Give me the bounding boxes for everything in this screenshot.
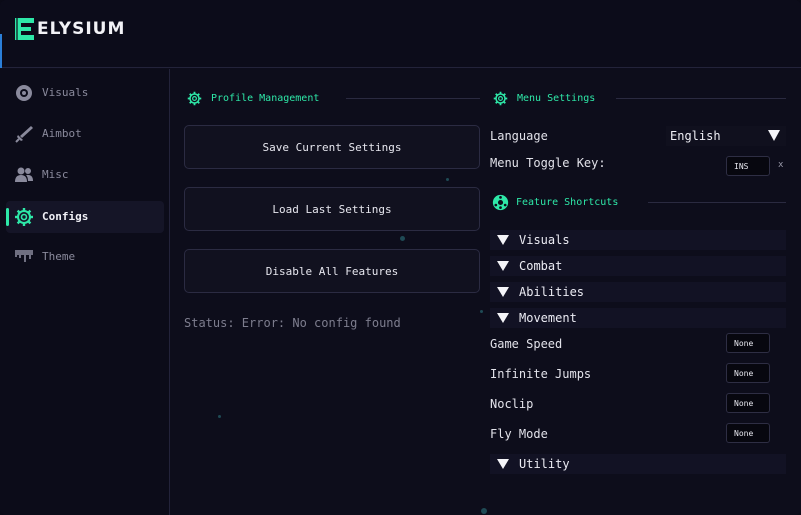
infinite-jumps-label: Infinite Jumps: [490, 367, 592, 381]
collapse-label: Movement: [519, 311, 577, 325]
infinite-jumps-keybind[interactable]: None: [726, 363, 770, 383]
section-title: Feature Shortcuts: [516, 197, 619, 208]
section-title: Profile Management: [211, 93, 320, 104]
game-speed-label: Game Speed: [490, 337, 563, 351]
gear-icon: [493, 91, 508, 106]
sidebar-item-theme[interactable]: Theme: [6, 241, 164, 273]
collapse-label: Visuals: [519, 233, 570, 247]
triangle-down-icon: [497, 235, 509, 245]
title-bar: ELYSIUM: [0, 0, 801, 68]
collapse-visuals[interactable]: Visuals: [490, 230, 786, 250]
clear-keybind-button[interactable]: x: [778, 160, 783, 170]
gear-icon: [187, 91, 202, 106]
decorative-particle: [218, 415, 221, 418]
decorative-particle: [481, 508, 487, 514]
fly-mode-keybind[interactable]: None: [726, 423, 770, 443]
language-dropdown[interactable]: English: [666, 126, 786, 146]
logo-e-icon: [15, 18, 34, 40]
chevron-down-icon: [768, 130, 780, 141]
triangle-down-icon: [497, 459, 509, 469]
section-divider: [346, 98, 480, 99]
profile-management-header: Profile Management: [187, 91, 319, 106]
disable-all-features-button[interactable]: Disable All Features: [184, 249, 480, 293]
collapse-label: Utility: [519, 457, 570, 471]
collapse-utility[interactable]: Utility: [490, 454, 786, 474]
game-speed-keybind[interactable]: None: [726, 333, 770, 353]
sidebar-item-label: Aimbot: [42, 127, 82, 140]
collapse-label: Abilities: [519, 285, 585, 299]
gear-icon: [15, 208, 33, 226]
sidebar-item-label: Visuals: [42, 86, 89, 99]
decorative-particle: [446, 178, 449, 181]
decorative-particle: [480, 310, 483, 313]
window-accent-strip: [0, 34, 2, 68]
triangle-down-icon: [497, 261, 509, 271]
menu-toggle-key-label: Menu Toggle Key:: [490, 156, 606, 170]
eye-circle-icon: [16, 85, 32, 101]
language-label: Language: [490, 129, 548, 143]
users-icon: [15, 167, 33, 182]
sidebar-item-misc[interactable]: Misc: [6, 159, 164, 191]
section-title: Menu Settings: [517, 93, 596, 104]
sidebar-item-visuals[interactable]: Visuals: [6, 77, 164, 109]
sidebar: Visuals Aimbot Misc Configs Theme: [0, 69, 170, 515]
collapse-movement[interactable]: Movement: [490, 308, 786, 328]
paint-drip-icon: [15, 250, 33, 262]
collapse-abilities[interactable]: Abilities: [490, 282, 786, 302]
app-title: ELYSIUM: [37, 19, 126, 39]
active-indicator: [6, 208, 9, 226]
load-settings-button[interactable]: Load Last Settings: [184, 187, 480, 231]
fly-mode-label: Fly Mode: [490, 427, 548, 441]
decorative-particle: [400, 236, 405, 241]
feature-shortcuts-header: Feature Shortcuts: [492, 194, 618, 211]
sidebar-item-label: Configs: [42, 210, 89, 223]
sidebar-item-label: Misc: [42, 168, 69, 181]
sidebar-item-configs[interactable]: Configs: [6, 201, 164, 233]
section-divider: [648, 202, 786, 203]
sidebar-item-aimbot[interactable]: Aimbot: [6, 118, 164, 150]
save-settings-button[interactable]: Save Current Settings: [184, 125, 480, 169]
triangle-down-icon: [497, 287, 509, 297]
collapse-label: Combat: [519, 259, 563, 273]
shortcut-badge-icon: [492, 194, 509, 211]
triangle-down-icon: [497, 313, 509, 323]
section-divider: [616, 98, 786, 99]
noclip-keybind[interactable]: None: [726, 393, 770, 413]
collapse-combat[interactable]: Combat: [490, 256, 786, 276]
noclip-label: Noclip: [490, 397, 534, 411]
app-logo: ELYSIUM: [14, 16, 125, 42]
menu-toggle-keybind[interactable]: INS: [726, 156, 770, 176]
sidebar-item-label: Theme: [42, 250, 76, 263]
app-window: ELYSIUM Visuals Aimbot Misc Configs Them…: [0, 0, 801, 515]
language-value: English: [670, 129, 721, 143]
menu-settings-header: Menu Settings: [493, 91, 595, 106]
sword-icon: [15, 126, 33, 143]
status-text: Status: Error: No config found: [184, 316, 401, 330]
